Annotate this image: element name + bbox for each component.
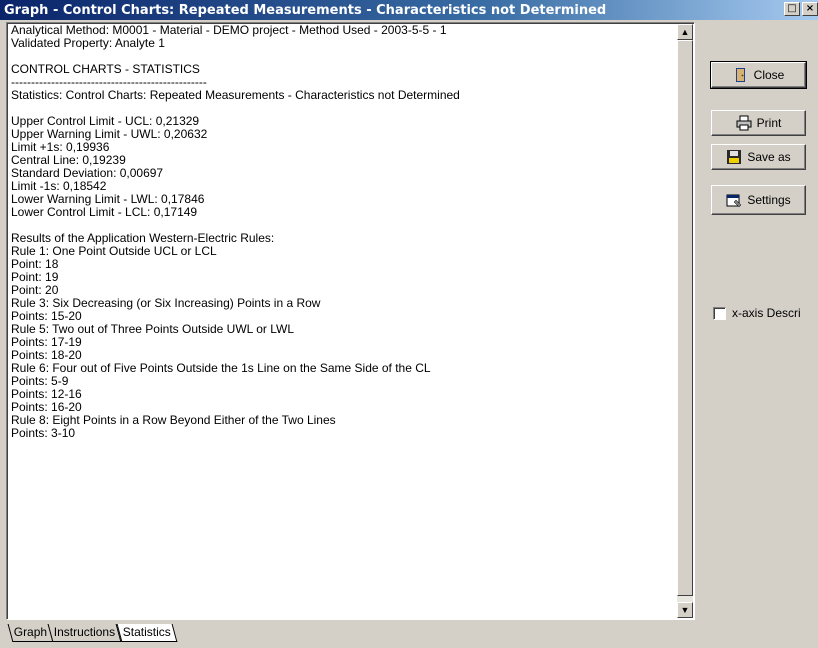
title-buttons: □ × [784,2,818,16]
statistics-text-panel[interactable]: Analytical Method: M0001 - Material - DE… [6,22,695,620]
window-title: Graph - Control Charts: Repeated Measure… [4,2,607,18]
report-line: Rule 1: One Point Outside UCL or LCL [11,244,217,258]
report-line: Point: 18 [11,257,59,271]
window-titlebar: Graph - Control Charts: Repeated Measure… [0,0,818,20]
save-as-button[interactable]: Save as [711,144,806,170]
tab-statistics[interactable]: Statistics [116,624,178,642]
report-line: Points: 17-19 [11,335,82,349]
scroll-down-button[interactable]: ▼ [677,602,693,618]
report-line: Validated Property: Analyte 1 [11,36,165,50]
report-line: Rule 6: Four out of Five Points Outside … [11,361,431,375]
report-line: Points: 3-10 [11,426,76,440]
restore-button[interactable]: □ [784,2,800,16]
tab-graph[interactable]: Graph [7,624,54,642]
settings-button[interactable]: Settings [711,185,806,215]
report-line: Rule 3: Six Decreasing (or Six Increasin… [11,296,321,310]
report-line: Standard Deviation: 0,00697 [11,166,164,180]
close-button[interactable]: Close [710,61,807,89]
report-line: Point: 19 [11,270,59,284]
report-line: Statistics: Control Charts: Repeated Mea… [11,88,460,102]
floppy-disk-icon [727,150,742,164]
scroll-up-button[interactable]: ▲ [677,24,693,40]
statistics-report-text[interactable]: Analytical Method: M0001 - Material - DE… [9,24,677,617]
close-button-label: Close [753,68,785,82]
printer-icon [736,115,752,131]
report-line: Lower Control Limit - LCL: 0,17149 [11,205,198,219]
report-line: Upper Warning Limit - UWL: 0,20632 [11,127,208,141]
close-window-button[interactable]: × [802,2,818,16]
vertical-scrollbar[interactable]: ▲ ▼ [677,24,693,618]
save-as-button-label: Save as [747,150,791,164]
report-line: Points: 5-9 [11,374,69,388]
tab-strip: Graph Instructions Statistics [7,624,178,642]
report-line: Rule 5: Two out of Three Points Outside … [11,322,295,336]
x-axis-description-checkbox[interactable] [713,306,726,320]
scroll-thumb[interactable] [677,40,693,596]
print-button-label: Print [756,116,782,130]
x-axis-description-label: x-axis Descri [732,306,801,320]
report-line: Rule 8: Eight Points in a Row Beyond Eit… [11,413,336,427]
report-line: Points: 12-16 [11,387,82,401]
print-button[interactable]: Print [711,110,806,136]
door-exit-icon [735,68,745,82]
x-axis-description-option[interactable]: x-axis Descri [713,306,801,320]
settings-window-icon [726,194,742,208]
settings-button-label: Settings [747,193,791,207]
tab-instructions[interactable]: Instructions [47,624,123,642]
